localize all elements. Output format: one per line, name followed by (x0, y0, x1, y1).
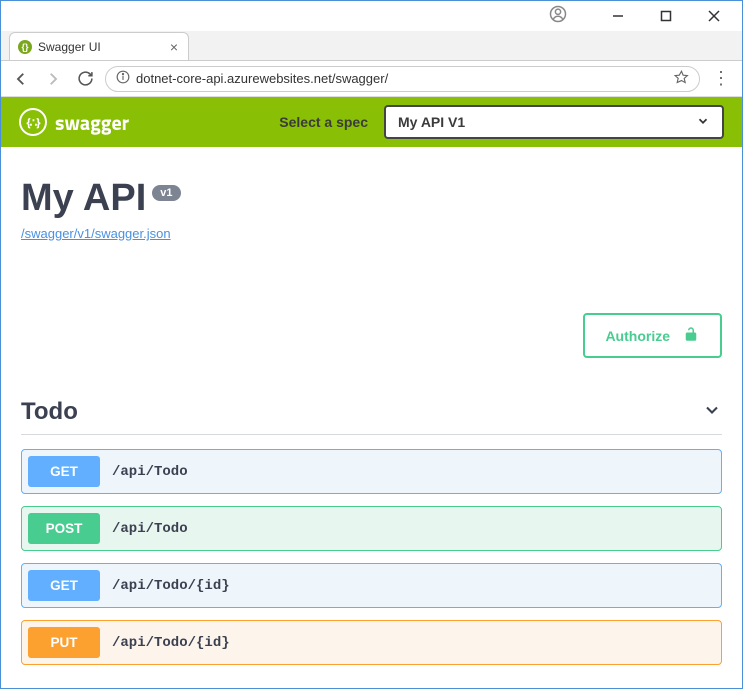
api-title-row: My API v1 (21, 177, 722, 220)
authorize-label: Authorize (605, 328, 670, 344)
swagger-topbar: {∴} swagger Select a spec My API V1 (1, 97, 742, 147)
chevron-down-icon (702, 400, 722, 425)
operation-method-badge: GET (28, 570, 100, 601)
window-titlebar (1, 1, 742, 31)
user-account-icon[interactable] (549, 5, 567, 28)
chevron-down-icon (696, 114, 710, 131)
swagger-favicon-icon: {} (18, 40, 32, 54)
spec-select[interactable]: My API V1 (384, 105, 724, 139)
operations-list: GET/api/TodoPOST/api/TodoGET/api/Todo/{i… (21, 449, 722, 665)
browser-tab[interactable]: {} Swagger UI × (9, 32, 189, 60)
browser-menu-icon[interactable]: ⋮ (708, 68, 734, 89)
operation-method-badge: PUT (28, 627, 100, 658)
operation-method-badge: GET (28, 456, 100, 487)
unlock-icon (682, 325, 700, 346)
section-header[interactable]: Todo (21, 388, 722, 435)
tab-title: Swagger UI (38, 40, 101, 54)
operation-path: /api/Todo/{id} (112, 578, 230, 594)
operation-path: /api/Todo (112, 464, 188, 480)
operation-row[interactable]: GET/api/Todo (21, 449, 722, 494)
api-spec-link[interactable]: /swagger/v1/swagger.json (21, 226, 171, 241)
close-tab-icon[interactable]: × (170, 39, 178, 55)
bookmark-star-icon[interactable] (674, 70, 689, 88)
swagger-logo[interactable]: {∴} swagger (19, 107, 129, 138)
url-text: dotnet-core-api.azurewebsites.net/swagge… (136, 71, 388, 86)
maximize-button[interactable] (646, 3, 686, 29)
swagger-brand-text: swagger (55, 107, 129, 138)
minimize-button[interactable] (598, 3, 638, 29)
operation-row[interactable]: POST/api/Todo (21, 506, 722, 551)
site-info-icon[interactable] (116, 70, 130, 87)
api-version-badge: v1 (152, 185, 180, 201)
close-window-button[interactable] (694, 3, 734, 29)
operation-row[interactable]: GET/api/Todo/{id} (21, 563, 722, 608)
browser-navbar: dotnet-core-api.azurewebsites.net/swagge… (1, 61, 742, 97)
authorize-button[interactable]: Authorize (583, 313, 722, 358)
back-button[interactable] (9, 67, 33, 91)
swagger-logo-icon: {∴} (19, 108, 47, 136)
operation-method-badge: POST (28, 513, 100, 544)
address-bar[interactable]: dotnet-core-api.azurewebsites.net/swagge… (105, 66, 700, 92)
swagger-content: My API v1 /swagger/v1/swagger.json Autho… (1, 147, 742, 692)
operation-path: /api/Todo (112, 521, 188, 537)
operation-row[interactable]: PUT/api/Todo/{id} (21, 620, 722, 665)
spec-selected-value: My API V1 (398, 114, 465, 130)
reload-button[interactable] (73, 67, 97, 91)
section-title: Todo (21, 398, 78, 426)
forward-button[interactable] (41, 67, 65, 91)
browser-tabstrip: {} Swagger UI × (1, 31, 742, 61)
authorize-row: Authorize (21, 313, 722, 358)
spec-select-label: Select a spec (279, 114, 368, 130)
operation-path: /api/Todo/{id} (112, 635, 230, 651)
api-title: My API (21, 177, 146, 220)
